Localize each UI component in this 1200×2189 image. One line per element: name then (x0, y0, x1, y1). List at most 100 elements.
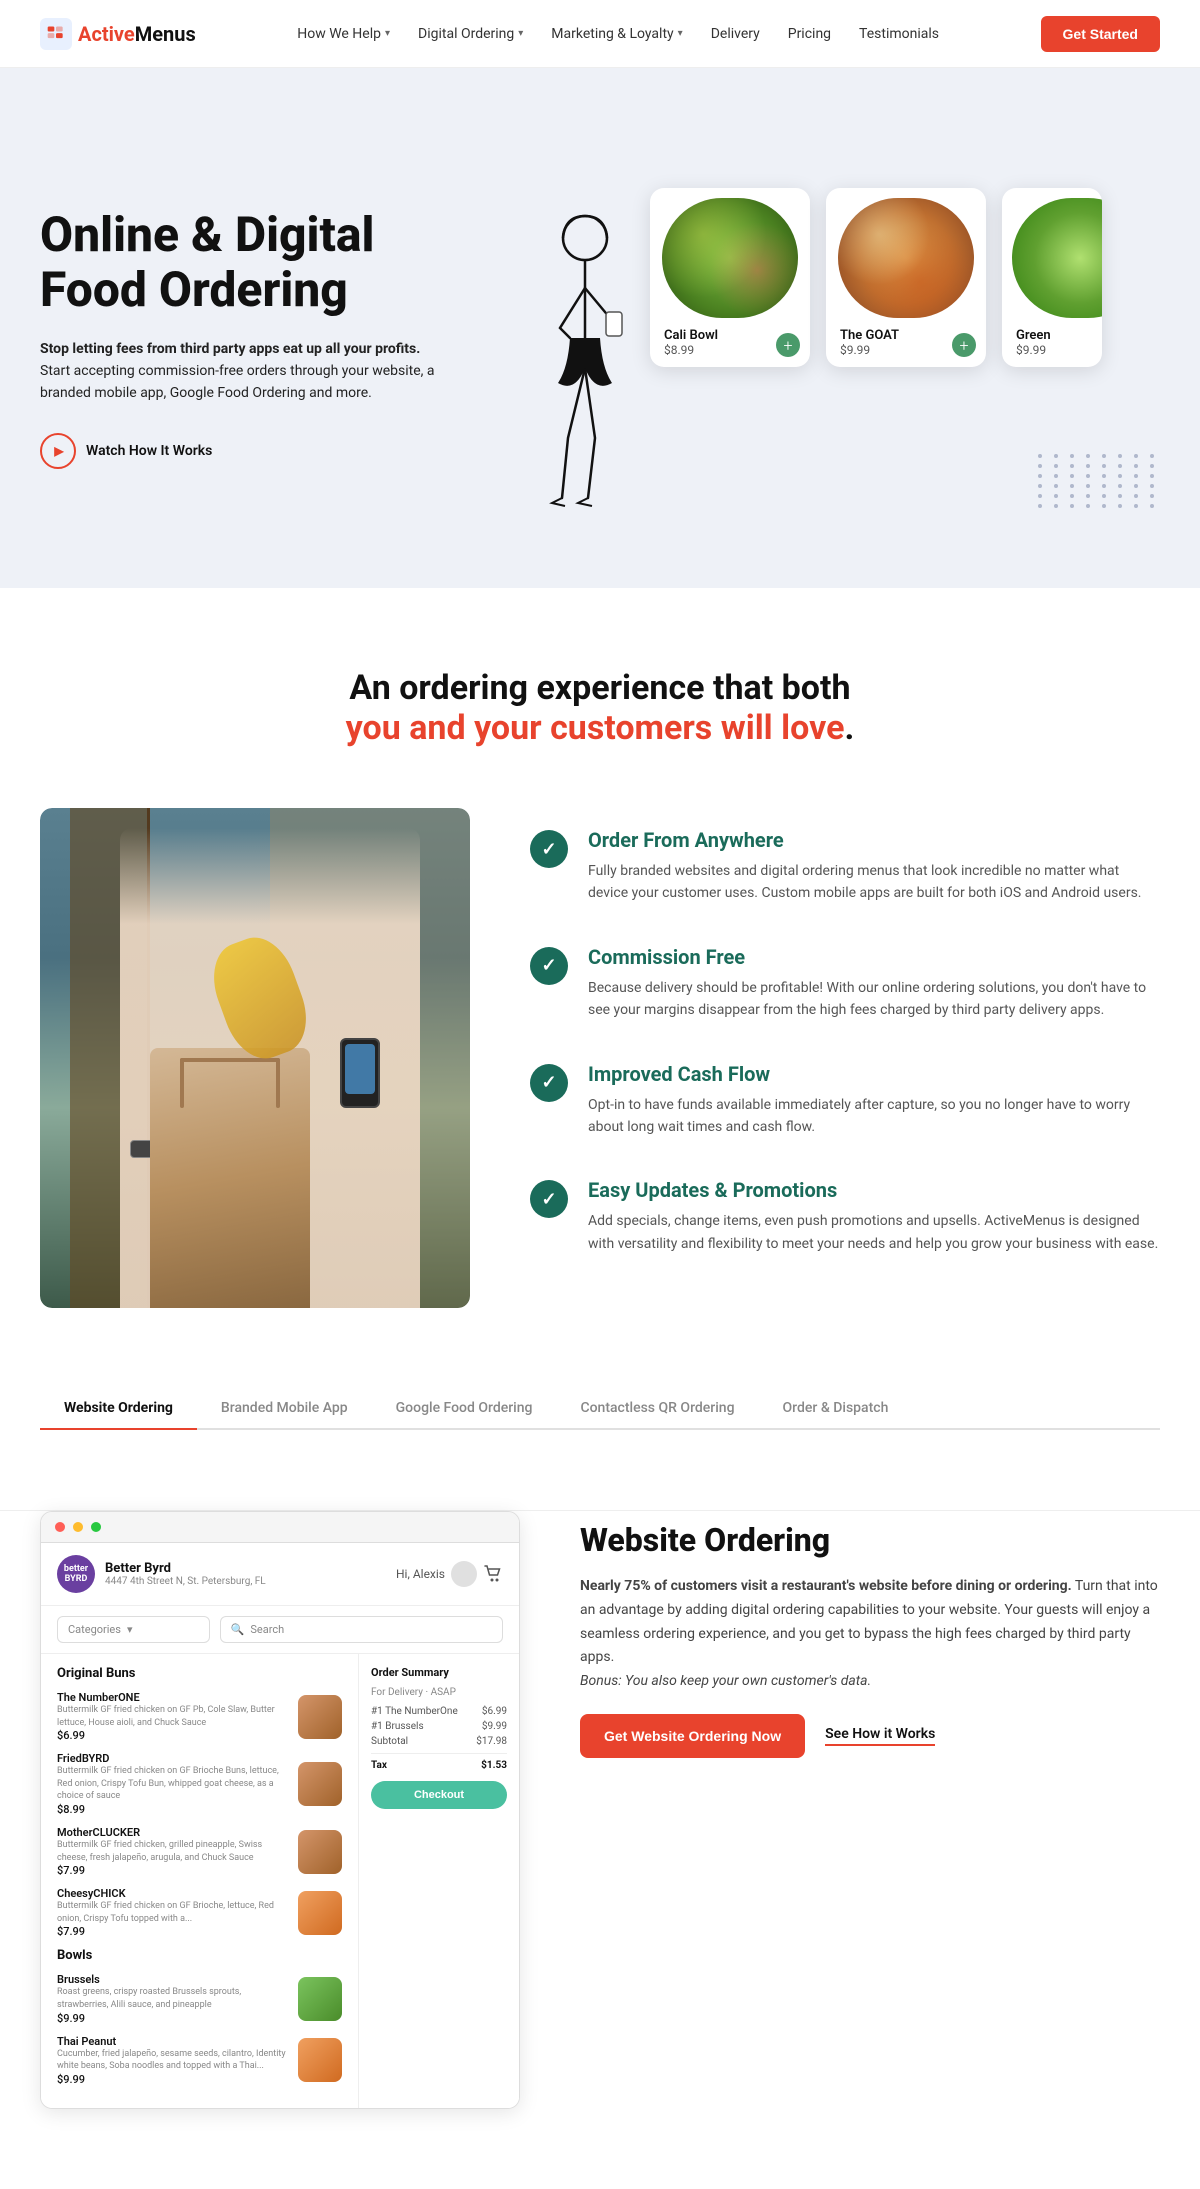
app-menu: Original Buns The NumberONE Buttermilk G… (41, 1654, 359, 2108)
menu-item: Thai Peanut Cucumber, fried jalapeño, se… (57, 2035, 342, 2086)
feature-item-order-anywhere: Order From Anywhere Fully branded websit… (530, 828, 1160, 905)
menu-card-the-goat: The GOAT $9.99 + (826, 188, 986, 367)
tab-google-food-ordering[interactable]: Google Food Ordering (372, 1388, 557, 1430)
feature-text: Commission Free Because delivery should … (588, 945, 1160, 1022)
tagline-dot: . (844, 708, 854, 748)
feature-text: Improved Cash Flow Opt-in to have funds … (588, 1062, 1160, 1139)
logo-icon (40, 18, 72, 50)
feature-text: Order From Anywhere Fully branded websit… (588, 828, 1160, 905)
feature-item-cash-flow: Improved Cash Flow Opt-in to have funds … (530, 1062, 1160, 1139)
checkmark-icon (530, 830, 568, 868)
tagline-line2: you and your customers will love (346, 708, 845, 748)
order-line: #1 Brussels $9.99 (371, 1721, 507, 1732)
logo[interactable]: ActiveMenus (40, 18, 196, 50)
navigation: ActiveMenus How We Help ▾ Digital Orderi… (0, 0, 1200, 68)
categories-label: Categories (68, 1623, 121, 1636)
features-photo (40, 808, 470, 1308)
tab-branded-mobile-app[interactable]: Branded Mobile App (197, 1388, 372, 1430)
tabs-section: Website Ordering Branded Mobile App Goog… (0, 1388, 1200, 1511)
tab-contactless-qr[interactable]: Contactless QR Ordering (556, 1388, 758, 1430)
filter-chevron-icon: ▾ (127, 1623, 133, 1636)
app-header: betterBYRD Better Byrd 4447 4th Street N… (41, 1543, 519, 1606)
tab-order-dispatch[interactable]: Order & Dispatch (759, 1388, 913, 1430)
demo-section: betterBYRD Better Byrd 4447 4th Street N… (0, 1511, 1200, 2189)
chevron-down-icon: ▾ (678, 28, 683, 39)
browser-maximize-dot (91, 1522, 101, 1532)
ordering-app: betterBYRD Better Byrd 4447 4th Street N… (41, 1543, 519, 2108)
restaurant-logo: betterBYRD (57, 1555, 95, 1593)
chevron-down-icon: ▾ (385, 28, 390, 39)
get-started-button[interactable]: Get Started (1041, 16, 1160, 52)
menu-card-cali-bowl: Cali Bowl $8.99 + (650, 188, 810, 367)
checkmark-icon (530, 1180, 568, 1218)
menu-item-image (298, 1891, 342, 1935)
features-section: Order From Anywhere Fully branded websit… (0, 808, 1200, 1388)
order-line: #1 The NumberOne $6.99 (371, 1706, 507, 1717)
add-item-button[interactable]: + (776, 333, 800, 357)
browser-chrome (41, 1512, 519, 1543)
restaurant-logo-area: betterBYRD Better Byrd 4447 4th Street N… (57, 1555, 266, 1593)
tagline-line1: An ordering experience that both (349, 668, 850, 708)
nav-link-testimonials[interactable]: Testimonials (859, 26, 939, 42)
feature-item-easy-updates: Easy Updates & Promotions Add specials, … (530, 1178, 1160, 1255)
menu-category-original-buns: Original Buns (57, 1666, 342, 1681)
tab-website-ordering[interactable]: Website Ordering (40, 1388, 197, 1430)
tabs-nav: Website Ordering Branded Mobile App Goog… (40, 1388, 1160, 1430)
hero-person-illustration (530, 208, 640, 528)
play-icon (40, 433, 76, 469)
nav-link-how-we-help[interactable]: How We Help ▾ (297, 26, 390, 42)
tax-line: Tax $1.53 (371, 1753, 507, 1771)
order-summary-panel: Order Summary For Delivery · ASAP #1 The… (359, 1654, 519, 2108)
nav-links: How We Help ▾ Digital Ordering ▾ Marketi… (297, 26, 939, 42)
menu-item: Brussels Roast greens, crispy roasted Br… (57, 1973, 342, 2024)
checkout-button[interactable]: Checkout (371, 1781, 507, 1809)
features-list: Order From Anywhere Fully branded websit… (530, 808, 1160, 1295)
demo-title: Website Ordering (580, 1521, 1160, 1559)
hero-content: Online & Digital Food Ordering Stop lett… (40, 207, 460, 469)
decorative-dots (1038, 454, 1160, 508)
hero-subtitle: Stop letting fees from third party apps … (40, 338, 460, 405)
watch-how-it-works-button[interactable]: Watch How It Works (40, 433, 460, 469)
user-avatar (451, 1561, 477, 1587)
checkmark-icon (530, 947, 568, 985)
search-placeholder: Search (250, 1623, 284, 1636)
nav-link-delivery[interactable]: Delivery (711, 26, 760, 42)
menu-item: The NumberONE Buttermilk GF fried chicke… (57, 1691, 342, 1742)
menu-item-image (298, 1695, 342, 1739)
browser-close-dot (55, 1522, 65, 1532)
nav-link-marketing-loyalty[interactable]: Marketing & Loyalty ▾ (551, 26, 682, 42)
tagline-section: An ordering experience that both you and… (0, 588, 1200, 808)
logo-active-text: Active (78, 22, 135, 46)
hero-title: Online & Digital Food Ordering (40, 207, 460, 317)
menu-card-green: Green $9.99 (1002, 188, 1102, 367)
logo-rest-text: Menus (135, 22, 196, 46)
restaurant-address: 4447 4th Street N, St. Petersburg, FL (105, 1576, 266, 1587)
hero-section: Online & Digital Food Ordering Stop lett… (0, 68, 1200, 588)
menu-item-image (298, 1977, 342, 2021)
nav-link-pricing[interactable]: Pricing (788, 26, 831, 42)
menu-item: CheesyCHICK Buttermilk GF fried chicken … (57, 1887, 342, 1938)
restaurant-name: Better Byrd (105, 1561, 266, 1576)
subtotal-line: Subtotal $17.98 (371, 1736, 507, 1747)
demo-actions: Get Website Ordering Now See How it Work… (580, 1714, 1160, 1758)
see-how-it-works-link[interactable]: See How it Works (825, 1726, 935, 1746)
menu-item-image (298, 1762, 342, 1806)
add-item-button[interactable]: + (952, 333, 976, 357)
feature-text: Easy Updates & Promotions Add specials, … (588, 1178, 1160, 1255)
menu-item: MotherCLUCKER Buttermilk GF fried chicke… (57, 1826, 342, 1877)
website-ordering-demo: betterBYRD Better Byrd 4447 4th Street N… (40, 1511, 520, 2109)
menu-cards-container: Cali Bowl $8.99 + The GOAT $9.99 (650, 188, 1102, 367)
get-website-ordering-button[interactable]: Get Website Ordering Now (580, 1714, 805, 1758)
cart-icon (483, 1564, 503, 1584)
demo-description: Nearly 75% of customers visit a restaura… (580, 1575, 1160, 1694)
menu-category-bowls: Bowls (57, 1948, 342, 1963)
search-icon: 🔍 (231, 1623, 245, 1636)
app-controls: Categories ▾ 🔍 Search (41, 1606, 519, 1654)
demo-content: Website Ordering Nearly 75% of customers… (580, 1511, 1160, 1758)
menu-item-image (298, 2038, 342, 2082)
chevron-down-icon: ▾ (518, 28, 523, 39)
app-content: Original Buns The NumberONE Buttermilk G… (41, 1654, 519, 2108)
nav-link-digital-ordering[interactable]: Digital Ordering ▾ (418, 26, 523, 42)
hero-visual: Cali Bowl $8.99 + The GOAT $9.99 (520, 148, 1160, 528)
user-greeting: Hi, Alexis (396, 1561, 503, 1587)
